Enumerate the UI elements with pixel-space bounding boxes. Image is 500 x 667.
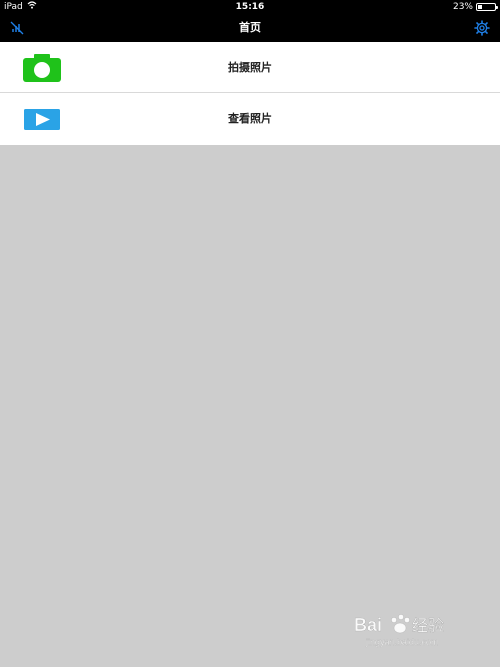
svg-text:jingyan.baidu.com: jingyan.baidu.com [365, 637, 439, 647]
screen: iPad 15:16 23% 首页 拍摄照片 查看照片 Bai 经验 jingy… [0, 0, 500, 667]
list-item-view-photos[interactable]: 查看照片 [0, 93, 500, 145]
list-item-take-photo[interactable]: 拍摄照片 [0, 42, 500, 93]
status-bar: iPad 15:16 23% [0, 0, 500, 14]
status-right: 23% [452, 0, 498, 14]
menu-list: 拍摄照片 查看照片 [0, 42, 500, 145]
view-photos-label: 查看照片 [228, 112, 272, 125]
page-title: 首页 [239, 21, 261, 34]
svg-text:经验: 经验 [412, 616, 444, 635]
nav-bar: 首页 [0, 14, 500, 42]
gear-icon [474, 20, 490, 36]
battery-icon [476, 3, 498, 11]
baidu-watermark: Bai 经验 jingyan.baidu.com [352, 611, 472, 651]
status-time: 15:16 [235, 2, 265, 12]
battery-percent: 23% [452, 2, 473, 12]
take-photo-label: 拍摄照片 [228, 61, 272, 74]
battery-fill [478, 5, 482, 9]
settings-button[interactable] [474, 20, 490, 36]
svg-text:Bai: Bai [354, 615, 382, 635]
